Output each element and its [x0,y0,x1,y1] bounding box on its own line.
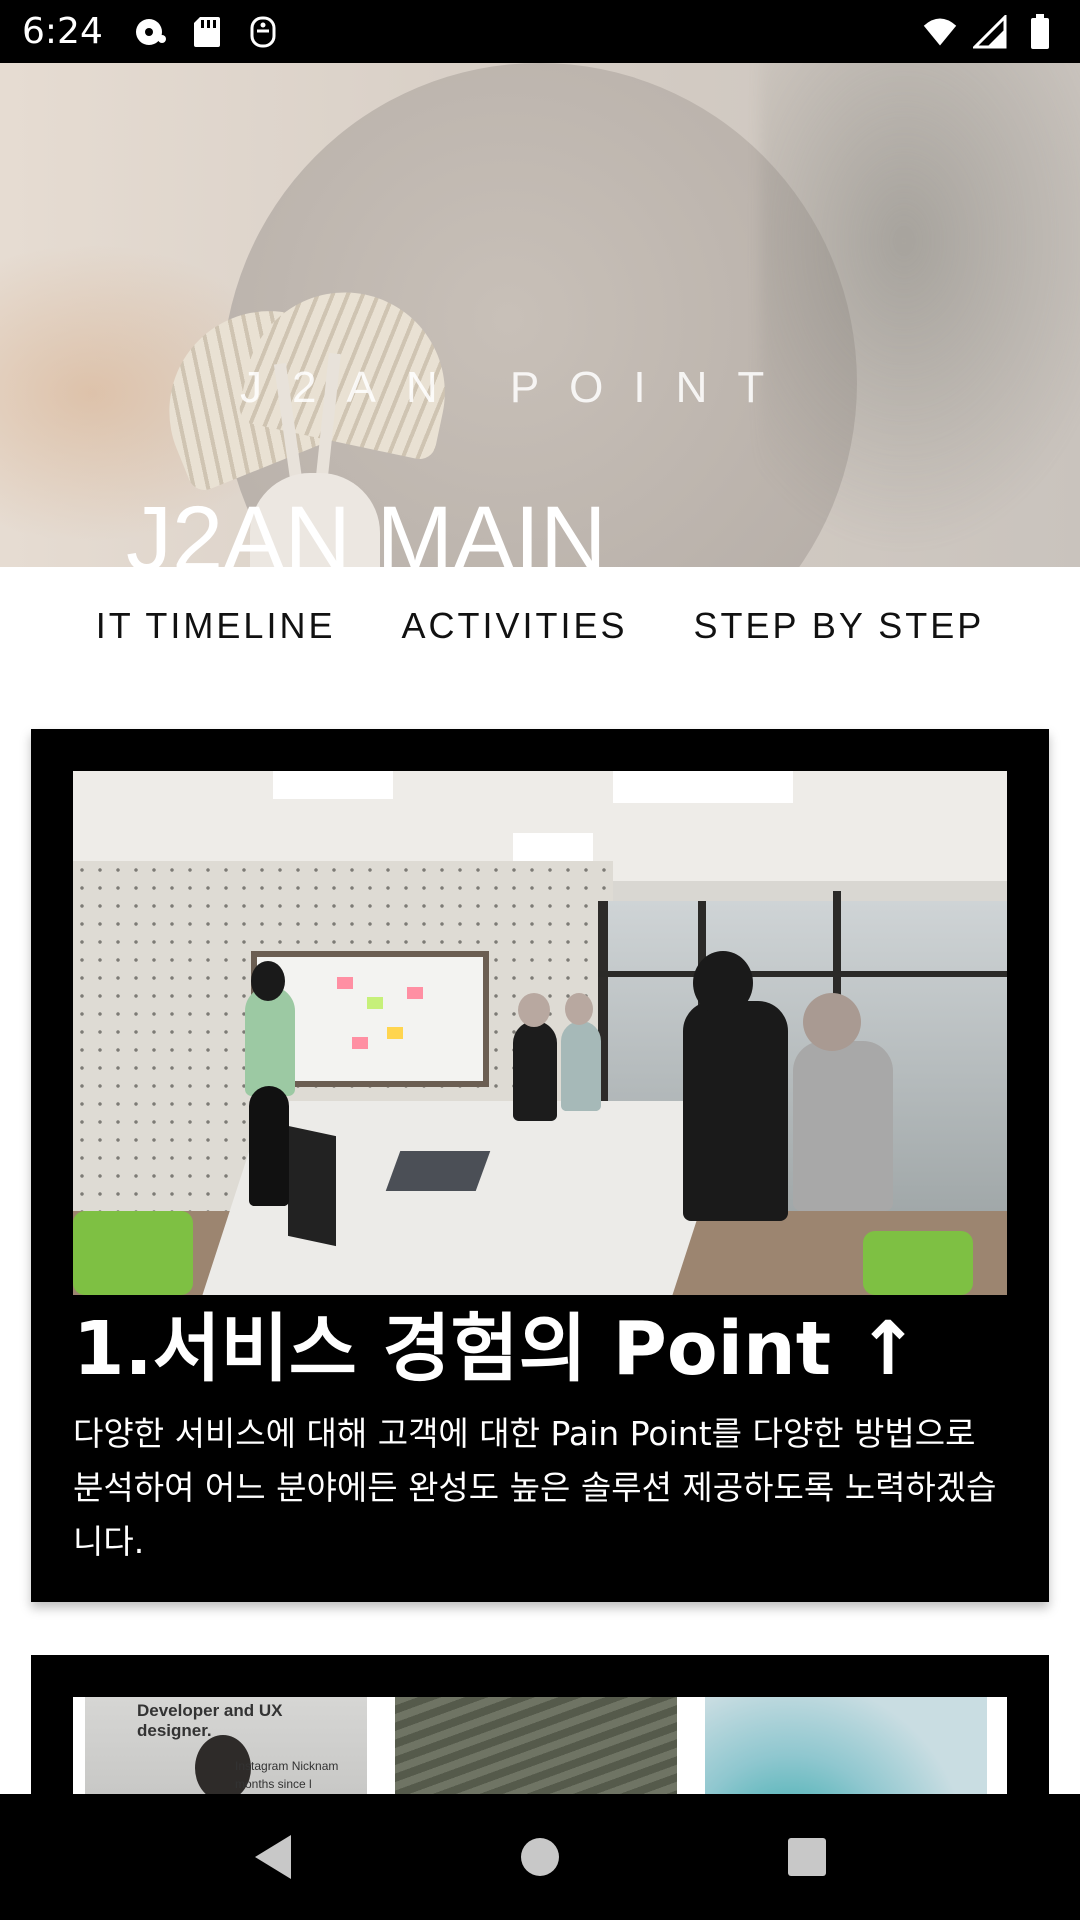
card-title: 1.서비스 경험의 Point ↑ [73,1306,919,1392]
back-icon[interactable] [233,1817,313,1897]
tab-step-by-step[interactable]: STEP BY STEP [693,605,984,647]
status-time: 6:24 [22,11,103,52]
sd-card-icon [189,14,225,50]
navigation-bar [0,1794,1080,1920]
tab-activities[interactable]: ACTIVITIES [401,605,627,647]
battery-icon [1022,13,1058,50]
card-description: 다양한 서비스에 대해 고객에 대한 Pain Point를 다양한 방법으로 … [73,1414,997,1561]
palm-shadow [760,63,1080,553]
hero-subtitle: J2AN POINT [240,363,795,412]
status-right-icons [922,13,1058,50]
hero-title: J2AN MAIN [126,488,607,567]
thumbnail-body: Instagram Nicknam months since l [235,1759,339,1791]
status-left-icons [133,14,281,50]
tab-bar: IT TIMELINE ACTIVITIES STEP BY STEP [0,605,1080,647]
hero-banner: J2AN POINT J2AN MAIN [0,63,1080,567]
accessibility-icon [245,14,281,50]
tab-it-timeline[interactable]: IT TIMELINE [96,605,336,647]
status-bar: 6:24 [0,0,1080,63]
recents-icon[interactable] [767,1817,847,1897]
thumbnail-heading: Developer and UX designer. [137,1701,283,1740]
wifi-icon [922,14,958,50]
signal-icon [972,14,1008,50]
meeting-room-photo [73,771,1007,1295]
home-icon[interactable] [500,1817,580,1897]
media-icon [133,14,169,50]
service-card[interactable]: 1.서비스 경험의 Point ↑ 다양한 서비스에 대해 고객에 대한 Pai… [31,729,1049,1602]
